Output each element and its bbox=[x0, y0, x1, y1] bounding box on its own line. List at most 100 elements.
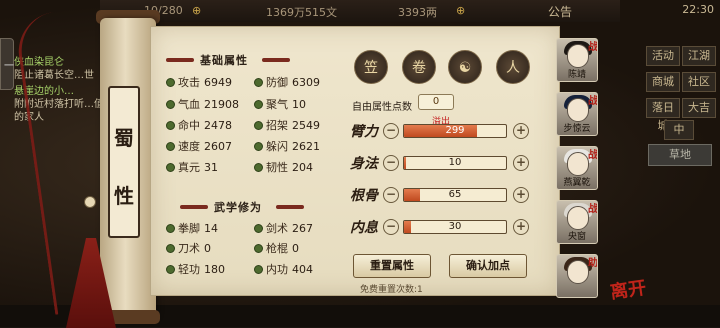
notice-button[interactable]: 公告 bbox=[548, 3, 572, 20]
character-portrait bbox=[567, 152, 589, 176]
battle-badge: 战 bbox=[588, 96, 598, 107]
menu-button-community[interactable]: 社区 bbox=[682, 72, 716, 92]
hat-icon[interactable]: 笠 bbox=[354, 50, 388, 84]
martial-lightness: 轻功 180 bbox=[166, 261, 225, 277]
character-portrait bbox=[567, 44, 589, 68]
attr-attack: 攻击 6949 bbox=[166, 74, 232, 90]
stat-icon bbox=[166, 244, 175, 253]
scroll-icon[interactable]: 卷 bbox=[402, 50, 436, 84]
title-ornament bbox=[180, 205, 208, 209]
stat-icon bbox=[254, 121, 263, 130]
gold-value: 3393两 bbox=[398, 6, 437, 19]
breath-label: 内息 bbox=[350, 220, 378, 236]
menu-button-shop[interactable]: 商城 bbox=[646, 72, 680, 92]
strength-bar: 299 bbox=[403, 124, 507, 138]
character-portrait bbox=[567, 206, 589, 230]
stat-icon bbox=[254, 100, 263, 109]
stat-icon bbox=[254, 224, 263, 233]
stat-icon bbox=[166, 224, 175, 233]
sect-badge: 蜀 性 bbox=[108, 86, 140, 238]
attr-hit: 命中 2478 bbox=[166, 117, 232, 133]
leave-stamp-button[interactable]: 离开 bbox=[608, 274, 648, 305]
constitution-label: 根骨 bbox=[350, 188, 378, 204]
sect-char: 性 bbox=[114, 184, 134, 208]
stat-icon bbox=[254, 244, 263, 253]
battle-badge: 战 bbox=[588, 204, 598, 215]
strength-minus-button[interactable]: − bbox=[383, 123, 399, 139]
stat-icon bbox=[166, 142, 175, 151]
character-card[interactable]: 助 bbox=[556, 254, 598, 298]
location-channel[interactable]: 中 bbox=[664, 120, 694, 140]
free-points-value: 0 bbox=[432, 96, 440, 107]
agility-plus-button[interactable]: + bbox=[513, 155, 529, 171]
martial-inner: 内功 404 bbox=[254, 261, 313, 277]
agility-minus-button[interactable]: − bbox=[383, 155, 399, 171]
right-menu: 活动 江湖 商城 社区 落日城 大吉 中 草地 bbox=[640, 38, 720, 308]
collapse-tab-label: 一 bbox=[4, 61, 14, 72]
breath-bar: 30 bbox=[403, 220, 507, 234]
location-name[interactable]: 落日城 bbox=[646, 98, 680, 132]
breath-plus-button[interactable]: + bbox=[513, 219, 529, 235]
character-card[interactable]: 陈靖 战 bbox=[556, 38, 598, 82]
character-name: 陈靖 bbox=[567, 70, 586, 80]
clock: 22:30 bbox=[682, 3, 714, 16]
title-ornament bbox=[276, 205, 304, 209]
attr-focus: 聚气 10 bbox=[254, 96, 306, 112]
stat-icon bbox=[166, 265, 175, 274]
martial-spear: 枪棍 0 bbox=[254, 240, 299, 256]
character-card[interactable]: 步惊云 战 bbox=[556, 92, 598, 136]
ground-button[interactable]: 草地 bbox=[648, 144, 712, 166]
stat-icon bbox=[166, 163, 175, 172]
agility-label: 身法 bbox=[350, 156, 378, 172]
character-card[interactable]: 央窗 战 bbox=[556, 200, 598, 244]
taiji-icon[interactable]: ☯ bbox=[448, 50, 482, 84]
free-points-label: 自由属性点数 bbox=[352, 102, 412, 113]
gold-add-icon[interactable]: ⊕ bbox=[456, 4, 465, 17]
constitution-plus-button[interactable]: + bbox=[513, 187, 529, 203]
reset-attributes-button[interactable]: 重置属性 bbox=[353, 254, 431, 278]
attr-defense: 防御 6309 bbox=[254, 74, 320, 90]
battle-badge: 战 bbox=[588, 42, 598, 53]
confirm-points-button[interactable]: 确认加点 bbox=[449, 254, 527, 278]
stat-icon bbox=[254, 265, 263, 274]
stat-icon bbox=[254, 163, 263, 172]
character-name: 央窗 bbox=[567, 232, 586, 242]
strength-value: 299 bbox=[445, 125, 465, 136]
agility-bar: 10 bbox=[403, 156, 507, 170]
character-name: 步惊云 bbox=[563, 124, 591, 134]
stat-icon bbox=[166, 100, 175, 109]
assist-badge: 助 bbox=[588, 258, 598, 269]
free-reset-count: 免费重置次数:1 bbox=[360, 285, 423, 295]
stat-icon bbox=[166, 78, 175, 87]
strength-plus-button[interactable]: + bbox=[513, 123, 529, 139]
martial-sword: 剑术 267 bbox=[254, 220, 313, 236]
attr-dodge: 躲闪 2621 bbox=[254, 138, 320, 154]
location-fortune: 大吉 bbox=[682, 98, 716, 118]
attr-parry: 招架 2549 bbox=[254, 117, 320, 133]
agility-value: 10 bbox=[448, 157, 462, 168]
menu-button-activity[interactable]: 活动 bbox=[646, 46, 680, 66]
martial-fist: 拳脚 14 bbox=[166, 220, 218, 236]
stat-icon bbox=[166, 121, 175, 130]
silver-value: 1369万515文 bbox=[266, 6, 337, 19]
constitution-bar: 65 bbox=[403, 188, 507, 202]
character-portrait bbox=[567, 98, 589, 122]
stat-icon bbox=[254, 142, 263, 151]
menu-button-jianghu[interactable]: 江湖 bbox=[682, 46, 716, 66]
character-card[interactable]: 燕翼乾 战 bbox=[556, 146, 598, 190]
title-ornament bbox=[262, 58, 290, 62]
character-portrait bbox=[567, 260, 589, 284]
resource-bar: 10/280 ⊕ 1369万515文 3393两 ⊕ bbox=[100, 0, 620, 22]
attr-hp: 气血 21908 bbox=[166, 96, 239, 112]
constitution-minus-button[interactable]: − bbox=[383, 187, 399, 203]
character-name: 燕翼乾 bbox=[563, 178, 591, 188]
title-ornament bbox=[166, 58, 194, 62]
constitution-value: 65 bbox=[448, 189, 462, 200]
collapse-tab[interactable]: 一 bbox=[0, 38, 14, 90]
stamina-add-icon[interactable]: ⊕ bbox=[192, 4, 201, 17]
breath-minus-button[interactable]: − bbox=[383, 219, 399, 235]
free-points-box: 0 bbox=[418, 94, 454, 110]
figure-icon[interactable]: 人 bbox=[496, 50, 530, 84]
attr-true-qi: 真元 31 bbox=[166, 159, 218, 175]
battle-badge: 战 bbox=[588, 150, 598, 161]
